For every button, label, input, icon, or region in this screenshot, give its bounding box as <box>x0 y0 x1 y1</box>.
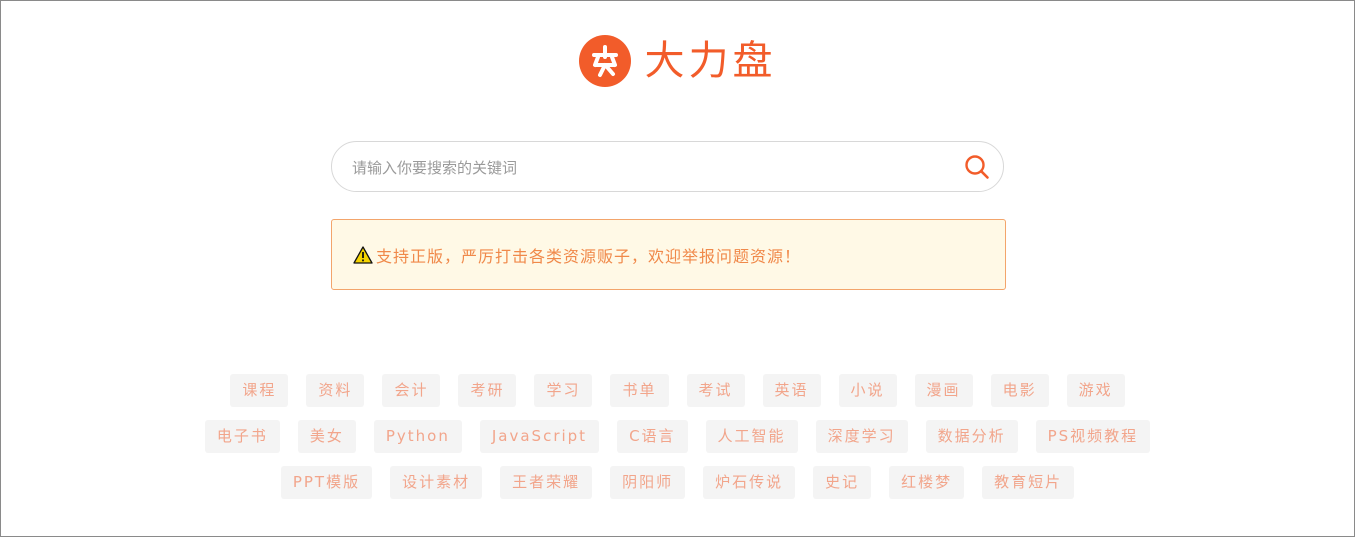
tag-item[interactable]: 学习 <box>534 374 593 407</box>
tag-item[interactable]: 王者荣耀 <box>500 466 593 499</box>
tag-item[interactable]: 考试 <box>686 374 745 407</box>
tag-item[interactable]: 炉石传说 <box>703 466 796 499</box>
notice-text: 支持正版，严厉打击各类资源贩子，欢迎举报问题资源！ <box>376 246 802 266</box>
search-input[interactable] <box>350 154 944 182</box>
tag-item[interactable]: 游戏 <box>1066 374 1125 407</box>
warning-icon <box>353 245 373 265</box>
tag-item[interactable]: 资料 <box>306 374 365 407</box>
tag-item[interactable]: 英语 <box>762 374 821 407</box>
search-box <box>331 141 1004 192</box>
tag-item[interactable]: 设计素材 <box>390 466 483 499</box>
site-logo[interactable]: 大力盘 <box>1 35 1354 87</box>
tag-item[interactable]: JavaScript <box>479 420 600 453</box>
tag-item[interactable]: 阴阳师 <box>610 466 686 499</box>
notice-banner: 支持正版，严厉打击各类资源贩子，欢迎举报问题资源！ <box>331 219 1006 290</box>
tag-item[interactable]: PPT模版 <box>280 466 373 499</box>
logo-text: 大力盘 <box>644 38 777 84</box>
tag-item[interactable]: 会计 <box>382 374 441 407</box>
tag-item[interactable]: C语言 <box>617 420 688 453</box>
search-icon <box>965 155 989 179</box>
tag-item[interactable]: 电影 <box>990 374 1049 407</box>
tag-row-1: 课程 资料 会计 考研 学习 书单 考试 英语 小说 漫画 电影 游戏 <box>1 374 1354 407</box>
tag-item[interactable]: PS视频教程 <box>1035 420 1151 453</box>
tag-item[interactable]: 电子书 <box>204 420 280 453</box>
tag-item[interactable]: 深度学习 <box>815 420 908 453</box>
search-button[interactable] <box>963 153 991 181</box>
tag-item[interactable]: 书单 <box>610 374 669 407</box>
tag-item[interactable]: 人工智能 <box>705 420 798 453</box>
tag-item[interactable]: 红楼梦 <box>889 466 965 499</box>
tag-item[interactable]: 教育短片 <box>982 466 1075 499</box>
tag-item[interactable]: 美女 <box>297 420 356 453</box>
tag-row-2: 电子书 美女 Python JavaScript C语言 人工智能 深度学习 数据分析 PS视频… <box>1 420 1354 453</box>
tag-item[interactable]: 小说 <box>838 374 897 407</box>
tag-item[interactable]: Python <box>373 420 462 453</box>
tag-item[interactable]: 史记 <box>813 466 872 499</box>
page-frame: 大力盘 支持正版，严厉打击各类资源贩子，欢迎举报问题资源！ 课程资料会计考研学习… <box>0 0 1355 537</box>
tag-row-3: PPT模版 设计素材 王者荣耀 阴阳师 炉石传说 史记 红楼梦 教育短片 <box>1 466 1354 499</box>
tag-item[interactable]: 课程 <box>230 374 289 407</box>
tag-item[interactable]: 考研 <box>458 374 517 407</box>
tag-item[interactable]: 漫画 <box>914 374 973 407</box>
hot-tags: 课程 资料 会计 考研 学习 书单 考试 英语 小说 漫画 电影 游戏 电子书 美女 Python Java… <box>1 374 1354 512</box>
logo-icon <box>578 35 631 87</box>
tag-item[interactable]: 数据分析 <box>925 420 1018 453</box>
